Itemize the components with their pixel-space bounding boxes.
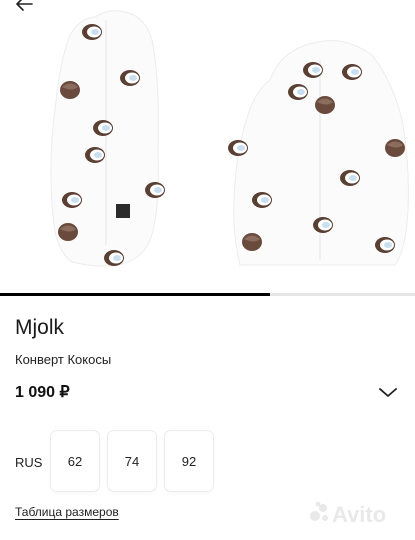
size-region-label: RUS — [15, 455, 43, 470]
product-photo — [50, 10, 409, 267]
product-title: Конверт Кокосы — [15, 352, 112, 367]
image-progress-bar — [0, 293, 415, 296]
product-image[interactable] — [0, 0, 415, 293]
chevron-down-icon[interactable] — [376, 382, 400, 402]
size-option-label: 74 — [124, 453, 140, 469]
svg-text:Avito: Avito — [332, 502, 386, 527]
product-price: 1 090 ₽ — [15, 384, 70, 401]
size-option-92[interactable]: 92 — [165, 431, 213, 491]
product-brand: Mjolk — [15, 316, 65, 339]
size-option-74[interactable]: 74 — [108, 431, 156, 491]
size-option-62[interactable]: 62 — [51, 431, 99, 491]
size-option-label: 92 — [181, 453, 197, 469]
size-chart-link[interactable]: Таблица размеров — [15, 505, 119, 519]
image-progress-fill — [0, 293, 270, 296]
avito-logo-icon: Avito — [306, 498, 406, 528]
size-option-label: 62 — [67, 453, 83, 469]
